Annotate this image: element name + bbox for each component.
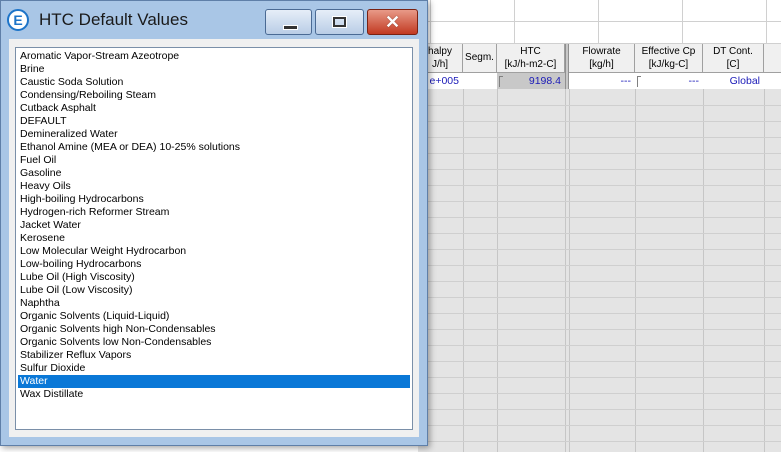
header-effective-cp-line1: Effective Cp: [641, 46, 696, 57]
list-item[interactable]: Kerosene: [18, 232, 410, 245]
list-item[interactable]: Low Molecular Weight Hydrocarbon: [18, 245, 410, 258]
column-header-flowrate[interactable]: Flowrate [kg/h]: [569, 44, 635, 73]
list-item[interactable]: Organic Solvents (Liquid-Liquid): [18, 310, 410, 323]
list-item[interactable]: Lube Oil (High Viscosity): [18, 271, 410, 284]
column-header-blank: [764, 44, 781, 73]
cell-marker-icon: [637, 76, 641, 87]
list-item[interactable]: Aromatic Vapor-Stream Azeotrope: [18, 50, 410, 63]
header-flowrate-line2: [kg/h]: [589, 59, 614, 70]
list-item[interactable]: Heavy Oils: [18, 180, 410, 193]
close-button[interactable]: ✕: [367, 9, 418, 35]
table-row[interactable]: e+005 9198.4 --- --- Global: [418, 73, 781, 89]
header-effective-cp-line2: [kJ/kg-C]: [648, 59, 689, 70]
list-item[interactable]: Cutback Asphalt: [18, 102, 410, 115]
list-item[interactable]: Jacket Water: [18, 219, 410, 232]
maximize-icon: [332, 16, 347, 28]
list-item[interactable]: High-boiling Hydrocarbons: [18, 193, 410, 206]
grid-empty-area: [418, 89, 781, 452]
list-item[interactable]: Naphtha: [18, 297, 410, 310]
cell-marker-icon: [499, 76, 503, 87]
cell-effective-cp-value: ---: [688, 75, 700, 87]
cell-segm[interactable]: [463, 73, 497, 89]
list-item[interactable]: Low-boiling Hydrocarbons: [18, 258, 410, 271]
title-bar[interactable]: E HTC Default Values ✕: [1, 1, 427, 39]
maximize-button[interactable]: [315, 9, 364, 35]
header-dt-cont-line1: DT Cont.: [713, 46, 753, 57]
column-header-dt-cont[interactable]: DT Cont. [C]: [703, 44, 764, 73]
fluid-type-listbox[interactable]: Aromatic Vapor-Stream Azeotrope Brine Caus…: [15, 47, 413, 430]
cell-flowrate[interactable]: ---: [569, 73, 635, 89]
header-segm-line1: Segm.: [465, 52, 494, 63]
header-htc-line1: HTC: [520, 46, 541, 57]
list-item[interactable]: Wax Distillate: [18, 388, 410, 401]
list-item[interactable]: Organic Solvents high Non-Condensables: [18, 323, 410, 336]
minimize-icon: [283, 25, 298, 30]
list-item[interactable]: Sulfur Dioxide: [18, 362, 410, 375]
column-header-segm[interactable]: Segm.: [463, 44, 497, 73]
list-item[interactable]: Condensing/Reboiling Steam: [18, 89, 410, 102]
cell-htc-value: 9198.4: [528, 75, 561, 87]
list-item[interactable]: Ethanol Amine (MEA or DEA) 10-25% soluti…: [18, 141, 410, 154]
minimize-button[interactable]: [265, 9, 312, 35]
cell-htc[interactable]: 9198.4: [497, 73, 565, 89]
column-header-effective-cp[interactable]: Effective Cp [kJ/kg-C]: [635, 44, 703, 73]
list-item[interactable]: Caustic Soda Solution: [18, 76, 410, 89]
list-item[interactable]: Demineralized Water: [18, 128, 410, 141]
list-item[interactable]: Water: [18, 375, 410, 388]
grid-top-area: [418, 0, 781, 44]
column-header-htc[interactable]: HTC [kJ/h-m2-C]: [497, 44, 565, 73]
cell-dt-cont[interactable]: Global: [703, 73, 764, 89]
list-item[interactable]: Lube Oil (Low Viscosity): [18, 284, 410, 297]
list-item[interactable]: Fuel Oil: [18, 154, 410, 167]
list-item[interactable]: Organic Solvents low Non-Condensables: [18, 336, 410, 349]
list-item[interactable]: Hydrogen-rich Reformer Stream: [18, 206, 410, 219]
list-item[interactable]: Brine: [18, 63, 410, 76]
app-logo-icon: E: [7, 9, 29, 31]
dialog-title: HTC Default Values: [39, 10, 188, 29]
header-htc-line2: [kJ/h-m2-C]: [504, 59, 557, 70]
list-item[interactable]: DEFAULT: [18, 115, 410, 128]
header-dt-cont-line2: [C]: [726, 59, 740, 70]
cell-effective-cp[interactable]: ---: [635, 73, 703, 89]
htc-default-values-dialog: E HTC Default Values ✕ Aromatic Vapor-St…: [0, 0, 428, 446]
close-icon: ✕: [384, 12, 401, 32]
header-flowrate-line1: Flowrate: [582, 46, 621, 57]
list-item[interactable]: Gasoline: [18, 167, 410, 180]
list-item[interactable]: Stabilizer Reflux Vapors: [18, 349, 410, 362]
